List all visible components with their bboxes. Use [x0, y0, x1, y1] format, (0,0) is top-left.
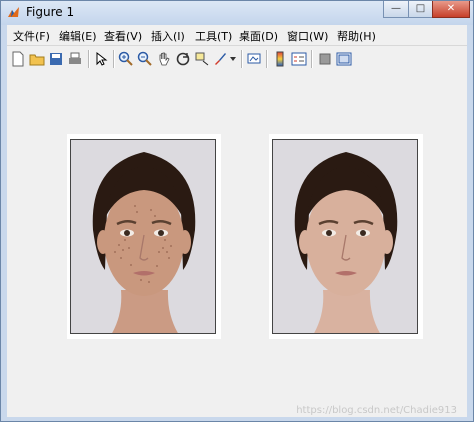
- colorbar-icon[interactable]: [272, 51, 288, 67]
- title-bar[interactable]: Figure 1 — □ ✕: [1, 1, 473, 25]
- face-photo-original: [71, 140, 215, 333]
- menu-bar: 文件(F) 编辑(E) 查看(V) 插入(I) 工具(T) 桌面(D) 窗口(W…: [7, 25, 467, 45]
- data-cursor-icon[interactable]: [194, 51, 210, 67]
- watermark: https://blog.csdn.net/Chadie913: [296, 405, 457, 416]
- new-figure-icon[interactable]: [10, 51, 26, 67]
- maximize-button[interactable]: □: [408, 1, 433, 18]
- pan-hand-icon[interactable]: [156, 51, 172, 67]
- menu-file[interactable]: 文件(F): [13, 28, 50, 44]
- hide-plot-tools-icon[interactable]: [317, 51, 333, 67]
- menu-edit[interactable]: 编辑(E): [59, 28, 97, 44]
- menu-help[interactable]: 帮助(H): [337, 28, 376, 44]
- save-icon[interactable]: [48, 51, 64, 67]
- toolbar-separator: [113, 50, 115, 68]
- face-photo-smoothed: [273, 140, 417, 333]
- menu-view[interactable]: 查看(V): [104, 28, 142, 44]
- menu-desktop[interactable]: 桌面(D): [239, 28, 278, 44]
- legend-icon[interactable]: [291, 51, 307, 67]
- matlab-figure-icon: [8, 7, 19, 17]
- menu-tools[interactable]: 工具(T): [195, 28, 232, 44]
- pointer-icon[interactable]: [93, 51, 109, 67]
- image-axes-left[interactable]: [67, 134, 221, 339]
- close-button[interactable]: ✕: [432, 1, 470, 18]
- show-plot-tools-icon[interactable]: [336, 51, 352, 67]
- toolbar-separator: [88, 50, 90, 68]
- minimize-button[interactable]: —: [383, 1, 409, 18]
- menu-insert[interactable]: 插入(I): [151, 28, 185, 44]
- link-plot-icon[interactable]: [246, 51, 262, 67]
- chevron-down-icon[interactable]: [230, 57, 236, 61]
- zoom-out-icon[interactable]: [137, 51, 153, 67]
- print-icon[interactable]: [67, 51, 83, 67]
- image-original: [70, 139, 216, 334]
- toolbar-separator: [311, 50, 313, 68]
- image-axes-right[interactable]: [269, 134, 423, 339]
- figure-window: Figure 1 — □ ✕ 文件(F) 编辑(E) 查看(V) 插入(I) 工…: [0, 0, 474, 422]
- toolbar-separator: [266, 50, 268, 68]
- brush-icon[interactable]: [212, 51, 228, 67]
- open-file-icon[interactable]: [29, 51, 45, 67]
- image-smoothed: [272, 139, 418, 334]
- rotate-3d-icon[interactable]: [175, 51, 191, 67]
- figure-canvas[interactable]: https://blog.csdn.net/Chadie913: [7, 72, 467, 417]
- toolbar-separator: [241, 50, 243, 68]
- zoom-in-icon[interactable]: [118, 51, 134, 67]
- figure-toolbar: [7, 45, 467, 73]
- window-title: Figure 1: [26, 5, 75, 19]
- menu-window[interactable]: 窗口(W): [287, 28, 328, 44]
